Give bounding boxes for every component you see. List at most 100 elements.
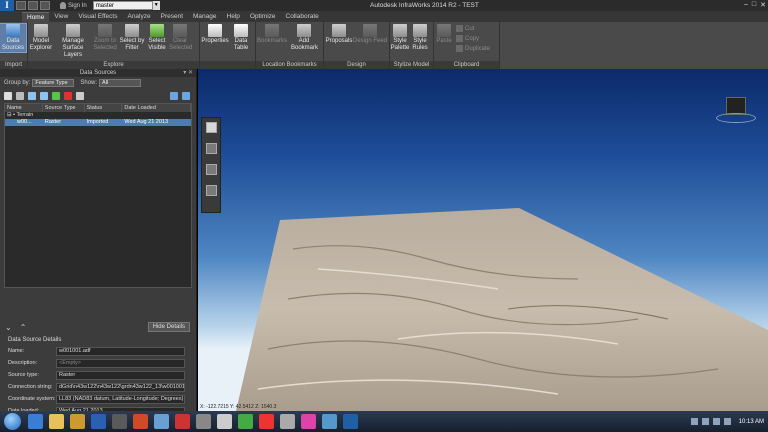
data-sources-icon — [6, 24, 20, 37]
open-icon[interactable] — [16, 1, 26, 10]
configure-icon[interactable] — [16, 92, 24, 100]
panel-title-design: Design — [324, 61, 389, 69]
column-status[interactable]: Status — [85, 104, 123, 112]
acrobat-icon[interactable] — [175, 414, 190, 429]
reload-icon[interactable] — [52, 92, 60, 100]
paint-icon[interactable] — [301, 414, 316, 429]
flag-icon[interactable] — [690, 418, 698, 425]
collapse-up-icon[interactable]: ⌃ — [20, 323, 27, 332]
app-icon[interactable] — [112, 414, 127, 429]
model-explorer-button[interactable]: Model Explorer — [28, 24, 54, 52]
tab-home[interactable]: Home — [22, 12, 50, 22]
autodesk-icon[interactable] — [343, 414, 358, 429]
properties-small-icon[interactable] — [76, 92, 84, 100]
manage-surface-layers-button[interactable]: Manage Surface Layers — [54, 24, 92, 59]
coordinate-system-field[interactable]: LL83 (NAD83 datum, Latitude-Longitude; D… — [56, 394, 185, 404]
table-row[interactable]: w00... Raster Imported Wed Aug 21 2013 — [5, 119, 191, 126]
refresh-icon[interactable] — [40, 92, 48, 100]
maximize-button[interactable]: □ — [752, 1, 756, 9]
duplicate-button[interactable]: Duplicate — [456, 44, 490, 53]
model-selector[interactable]: master — [92, 1, 153, 10]
tab-optimize[interactable]: Optimize — [245, 12, 281, 22]
expand-all-icon[interactable] — [170, 92, 178, 100]
connection-string-field[interactable]: dGrid\n43w122\n43w122\grdn43w122_13\w001… — [56, 382, 185, 392]
measure-tool-icon[interactable] — [205, 143, 217, 154]
tab-visual-effects[interactable]: Visual Effects — [73, 12, 122, 22]
media-icon[interactable] — [70, 414, 85, 429]
source-type-field[interactable]: Raster — [56, 370, 185, 380]
proposals-button[interactable]: Proposals — [324, 24, 354, 45]
panel-tool-icon[interactable] — [205, 185, 217, 196]
column-name[interactable]: Name — [5, 104, 43, 112]
select-visible-button[interactable]: Select Visible — [146, 24, 168, 52]
clear-selected-button[interactable]: Clear Selected — [168, 24, 192, 52]
minimize-button[interactable]: – — [744, 1, 748, 9]
delete-icon[interactable] — [64, 92, 72, 100]
explorer-icon[interactable] — [49, 414, 64, 429]
tab-collaborate[interactable]: Collaborate — [281, 12, 324, 22]
volume-icon[interactable] — [712, 418, 720, 425]
data-table-button[interactable]: Data Table — [230, 24, 252, 52]
tab-view[interactable]: View — [49, 12, 73, 22]
hide-details-button[interactable]: Hide Details — [147, 322, 190, 332]
chrome-icon[interactable] — [259, 414, 274, 429]
close-button[interactable]: ✕ — [760, 1, 766, 9]
bookmarks-dropdown[interactable]: Bookmarks — [256, 24, 288, 45]
model-viewport[interactable]: X: -122.7215 Y: 42.5412 Z: 1540.3 — [198, 69, 768, 411]
sign-in-label: Sign In — [68, 2, 87, 9]
app-logo-icon[interactable]: I — [0, 0, 14, 11]
group-by-select[interactable]: Feature Type — [32, 79, 75, 87]
viewport-toolbar — [201, 117, 221, 213]
copy-button[interactable]: Copy — [456, 34, 490, 43]
data-sources-button[interactable]: Data Sources — [0, 23, 27, 53]
close-source-icon[interactable] — [28, 92, 36, 100]
cut-button[interactable]: Cut — [456, 24, 490, 33]
description-field[interactable]: <Empty> — [56, 358, 185, 368]
infraworks-icon[interactable] — [154, 414, 169, 429]
undo-icon[interactable] — [40, 1, 50, 10]
tab-analyze[interactable]: Analyze — [122, 12, 155, 22]
tab-help[interactable]: Help — [222, 12, 245, 22]
ie-icon[interactable] — [28, 414, 43, 429]
chevron-down-icon[interactable]: ▼ — [152, 1, 160, 10]
clock[interactable]: 10:13 AM — [739, 419, 764, 425]
collapse-down-icon[interactable]: ⌄ — [5, 323, 12, 332]
add-source-icon[interactable] — [4, 92, 12, 100]
column-date-loaded[interactable]: Date Loaded — [122, 104, 191, 112]
layers-icon — [66, 24, 80, 37]
tool-icon[interactable] — [280, 414, 295, 429]
collapse-all-icon[interactable] — [182, 92, 190, 100]
add-bookmark-icon — [297, 24, 311, 37]
style-rules-button[interactable]: Style Rules — [410, 24, 430, 52]
document-icon[interactable] — [217, 414, 232, 429]
show-select[interactable]: All — [99, 79, 142, 87]
start-button[interactable] — [4, 413, 21, 430]
sign-in-button[interactable]: Sign In — [60, 2, 87, 9]
add-bookmark-button[interactable]: Add Bookmark — [288, 24, 320, 52]
pin-icon[interactable]: ▾ ✕ — [183, 69, 193, 77]
powerpoint-icon[interactable] — [133, 414, 148, 429]
tab-present[interactable]: Present — [156, 12, 188, 22]
style-palette-button[interactable]: Style Palette — [390, 24, 410, 52]
duplicate-icon — [456, 45, 463, 52]
compass-ring[interactable] — [716, 113, 756, 123]
column-source-type[interactable]: Source Type — [43, 104, 85, 112]
group-row-terrain[interactable]: ⊟ ▪ Terrain — [5, 112, 191, 119]
network-icon[interactable] — [322, 414, 337, 429]
paste-button[interactable]: Paste — [434, 24, 454, 45]
window-icon[interactable] — [196, 414, 211, 429]
network-tray-icon[interactable] — [701, 418, 709, 425]
excel-icon[interactable] — [238, 414, 253, 429]
slope-tool-icon[interactable] — [205, 164, 217, 175]
design-feed-button[interactable]: Design Feed — [353, 24, 387, 45]
save-icon[interactable] — [28, 1, 38, 10]
battery-icon[interactable] — [723, 418, 731, 425]
zoom-to-selected-button[interactable]: Zoom to Selected — [92, 24, 118, 52]
panel-location-bookmarks: Bookmarks Add Bookmark Location Bookmark… — [256, 22, 324, 69]
tab-manage[interactable]: Manage — [188, 12, 222, 22]
properties-button[interactable]: Properties — [200, 24, 230, 45]
select-tool-icon[interactable] — [205, 122, 217, 133]
select-by-filter-button[interactable]: Select by Filter — [118, 24, 146, 52]
word-icon[interactable] — [91, 414, 106, 429]
name-field[interactable]: w001001.adf — [56, 346, 185, 356]
